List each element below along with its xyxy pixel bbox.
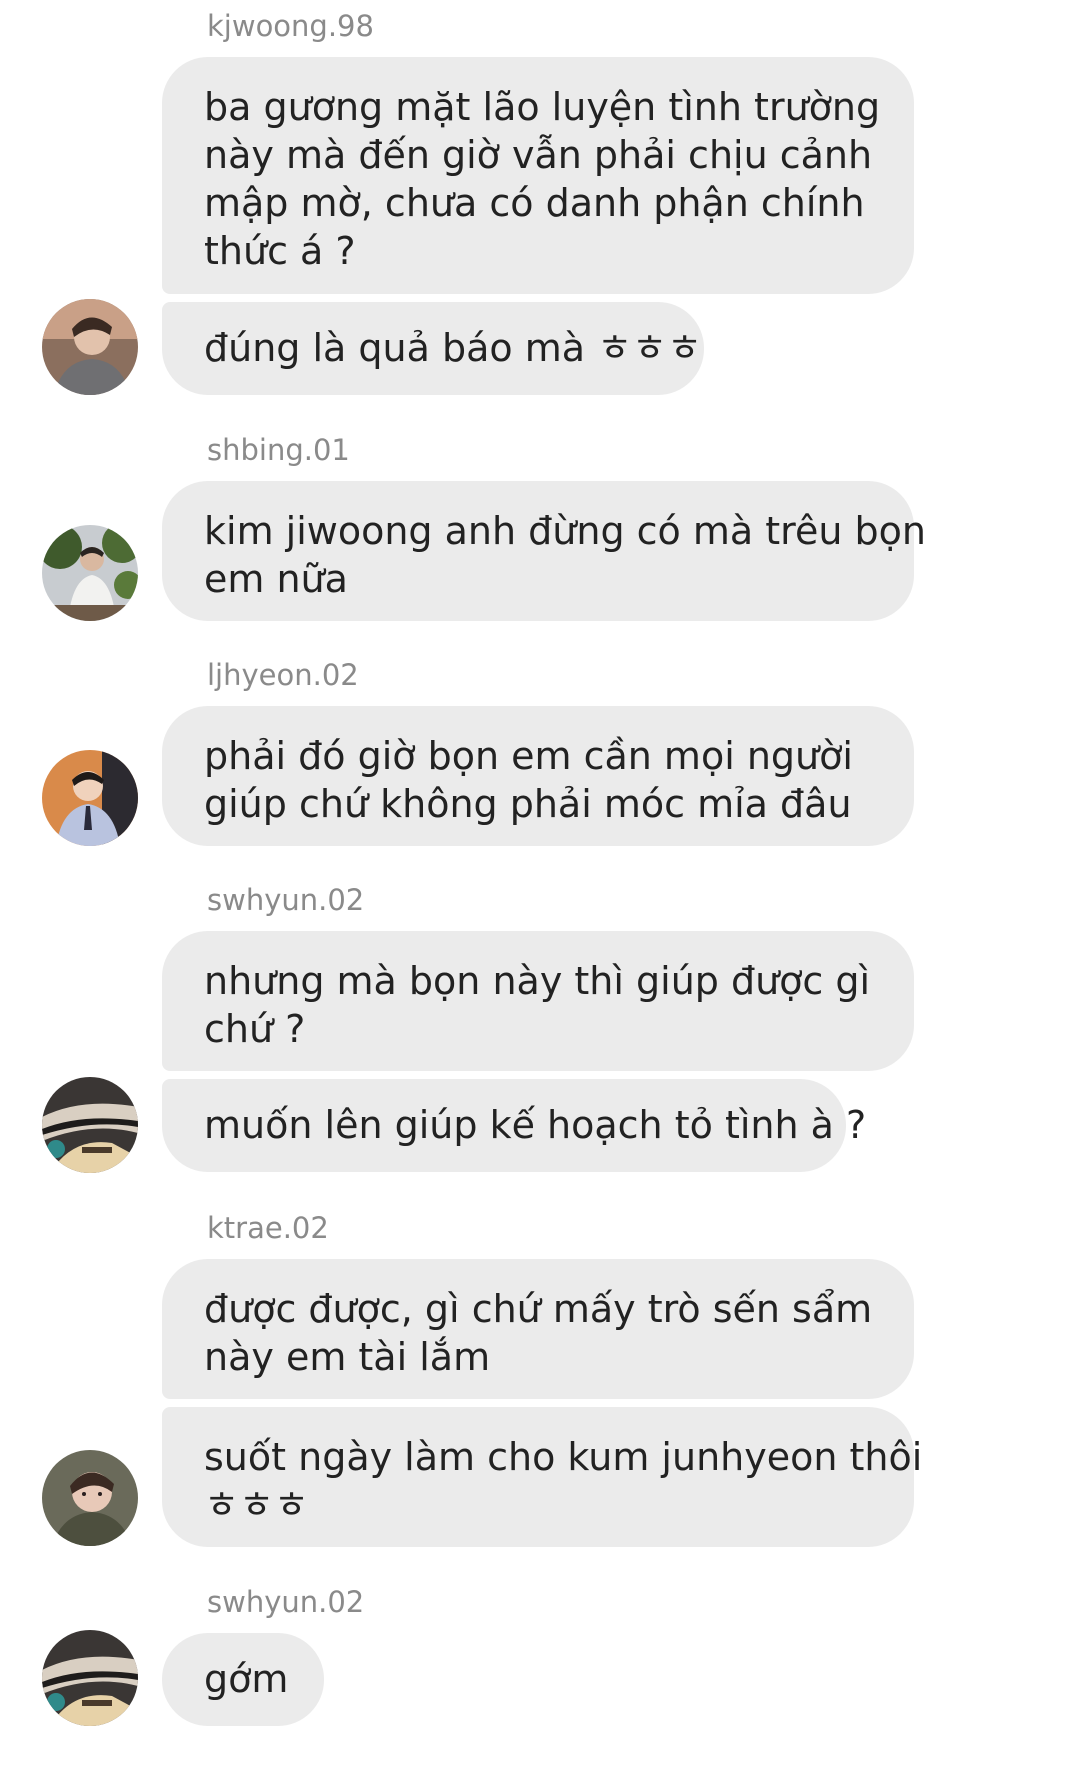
message-line: ba gương mặt lão luyện tình trường: [204, 85, 881, 129]
avatar-swhyun[interactable]: [42, 1077, 138, 1173]
avatar-image: [42, 525, 138, 621]
message-line: đúng là quả báo mà ㅎㅎㅎ: [204, 326, 702, 370]
message-bubble[interactable]: được được, gì chứ mấy trò sến sẩm này em…: [162, 1259, 914, 1399]
message-bubble[interactable]: suốt ngày làm cho kum junhyeon thôi ㅎㅎㅎ: [162, 1407, 923, 1547]
message-bubble[interactable]: phải đó giờ bọn em cần mọi người giúp ch…: [162, 706, 914, 846]
avatar-ktrae[interactable]: [42, 1450, 138, 1546]
message-line: gớm: [204, 1657, 289, 1701]
message-line: này em tài lắm: [204, 1335, 491, 1379]
message-line: này mà đến giờ vẫn phải chịu cảnh: [204, 133, 873, 177]
sender-username: swhyun.02: [207, 1585, 365, 1619]
message-bubble[interactable]: kim jiwoong anh đừng có mà trêu bọn em n…: [162, 481, 926, 621]
message-bubble[interactable]: muốn lên giúp kế hoạch tỏ tình à ?: [162, 1079, 867, 1172]
chat-thread: kjwoong.98 ba gương mặt lão luyện tình t…: [0, 0, 1080, 1775]
avatar-image: [42, 1077, 138, 1173]
message-line: phải đó giờ bọn em cần mọi người: [204, 734, 853, 778]
sender-username: ktrae.02: [207, 1211, 329, 1245]
avatar-image: [42, 299, 138, 395]
message-line: được được, gì chứ mấy trò sến sẩm: [204, 1287, 873, 1331]
message-line: suốt ngày làm cho kum junhyeon thôi: [204, 1435, 923, 1479]
message-line: ㅎㅎㅎ: [204, 1483, 309, 1527]
message-line: kim jiwoong anh đừng có mà trêu bọn: [204, 509, 926, 553]
avatar-ljhyeon[interactable]: [42, 750, 138, 846]
avatar-image: [42, 1450, 138, 1546]
message-bubble[interactable]: gớm: [162, 1633, 324, 1726]
message-line: mập mờ, chưa có danh phận chính: [204, 181, 865, 225]
message-line: nhưng mà bọn này thì giúp được gì: [204, 959, 871, 1003]
message-line: chứ ?: [204, 1007, 306, 1051]
message-line: thức á ?: [204, 229, 356, 273]
avatar-shbing[interactable]: [42, 525, 138, 621]
avatar-image: [42, 750, 138, 846]
sender-username: kjwoong.98: [207, 9, 374, 43]
message-line: giúp chứ không phải móc mỉa đâu: [204, 782, 852, 826]
message-line: muốn lên giúp kế hoạch tỏ tình à ?: [204, 1103, 867, 1147]
avatar-kjwoong[interactable]: [42, 299, 138, 395]
sender-username: ljhyeon.02: [207, 658, 359, 692]
message-bubble[interactable]: nhưng mà bọn này thì giúp được gì chứ ?: [162, 931, 914, 1071]
message-bubble[interactable]: đúng là quả báo mà ㅎㅎㅎ: [162, 302, 704, 395]
message-bubble[interactable]: ba gương mặt lão luyện tình trường này m…: [162, 57, 914, 294]
message-line: em nữa: [204, 557, 348, 601]
avatar-swhyun[interactable]: [42, 1630, 138, 1726]
sender-username: shbing.01: [207, 433, 350, 467]
avatar-image: [42, 1630, 138, 1726]
sender-username: swhyun.02: [207, 883, 365, 917]
